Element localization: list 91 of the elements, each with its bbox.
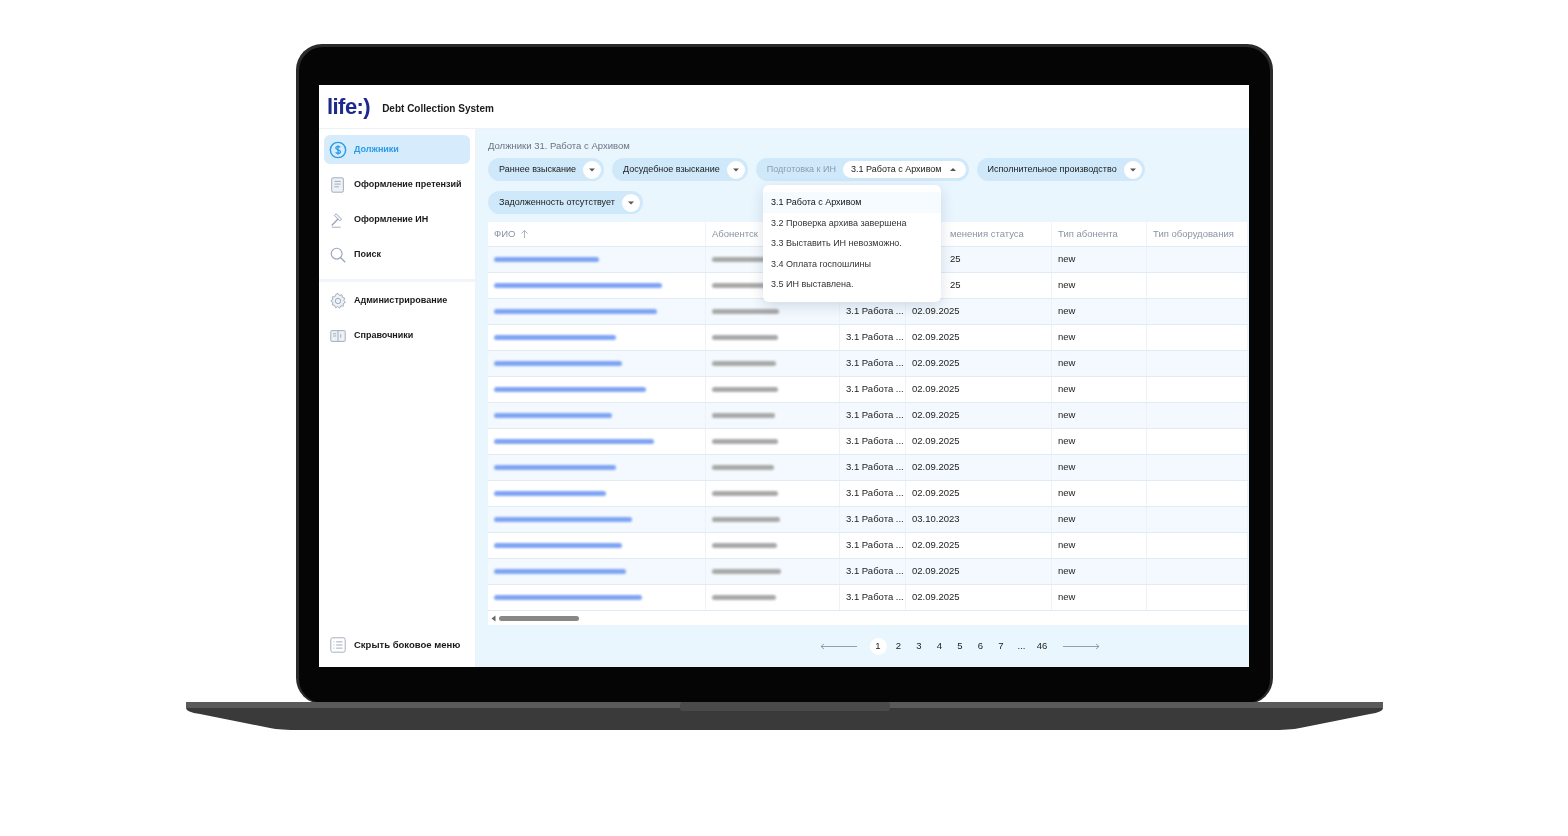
blurred-number (712, 543, 777, 548)
blurred-number (712, 569, 781, 574)
table-cell: 02.09.2025 (912, 564, 960, 579)
table-cell: 02.09.2025 (912, 382, 960, 397)
table-cell: new (1058, 330, 1076, 345)
table-cell: 02.09.2025 (912, 356, 960, 371)
table-cell: 02.09.2025 (912, 304, 960, 319)
table-cell: 03.10.2023 (912, 512, 960, 527)
table-cell: 25 (950, 278, 961, 293)
table-cell: new (1058, 408, 1076, 423)
page-button[interactable]: 6 (972, 638, 989, 655)
hide-sidebar-button[interactable]: Скрыть боковое меню (324, 633, 470, 657)
table-cell: 3.1 Работа ... (846, 356, 904, 371)
table-cell: 02.09.2025 (912, 330, 960, 345)
blurred-number (712, 595, 776, 600)
table-cell: new (1058, 538, 1076, 553)
table-cell: 3.1 Работа ... (846, 460, 904, 475)
blurred-number (712, 465, 774, 470)
page-button[interactable]: ... (1013, 638, 1030, 655)
table-cell: new (1058, 460, 1076, 475)
blurred-number (712, 387, 778, 392)
filter-value[interactable]: 3.1 Работа с Архивом (843, 161, 966, 178)
page-button[interactable]: 4 (931, 638, 948, 655)
dropdown-option[interactable]: 3.2 Проверка архива завершена (763, 212, 941, 233)
table-cell: 3.1 Работа ... (846, 486, 904, 501)
prev-arrow-icon (820, 643, 858, 650)
page-button[interactable]: 7 (992, 638, 1010, 655)
table-cell: new (1058, 252, 1076, 267)
filter-chip[interactable]: Задолженность отсутствует (488, 191, 643, 214)
dropdown-option[interactable]: 3.3 Выставить ИН невозможно. (763, 233, 941, 254)
blurred-number (712, 361, 776, 366)
table-cell: new (1058, 356, 1076, 371)
table-cell: new (1058, 382, 1076, 397)
table-cell: 02.09.2025 (912, 460, 960, 475)
filter-chip[interactable]: Раннее взыскание (488, 158, 605, 181)
filter-chip[interactable]: Исполнительное производство (976, 158, 1145, 181)
breadcrumb: Должники 31. Работа с Архивом (488, 139, 631, 153)
table-cell: new (1058, 486, 1076, 501)
page-button[interactable]: 2 (890, 638, 907, 655)
table-cell: 3.1 Работа ... (846, 590, 904, 605)
document-icon (329, 175, 347, 194)
blurred-number (712, 309, 779, 314)
blurred-number (712, 335, 778, 340)
filter-chip[interactable]: Досудебное взыскание (612, 158, 748, 181)
dropdown-option[interactable]: 3.4 Оплата госпошлины (763, 253, 941, 274)
sidebar-item[interactable]: Оформление претензий (324, 170, 470, 199)
page-button[interactable]: 3 (910, 638, 928, 655)
blurred-number (712, 413, 775, 418)
logo: life:) (327, 95, 371, 118)
scroll-left-icon (491, 614, 496, 622)
sidebar-item[interactable]: Оформление ИН (324, 205, 470, 234)
blurred-number (712, 491, 778, 496)
gear-icon (329, 291, 347, 310)
dollar-icon (329, 140, 347, 159)
table-cell: 3.1 Работа ... (846, 408, 904, 423)
list-icon (329, 636, 347, 654)
sidebar-item[interactable]: Поиск (324, 240, 470, 269)
next-arrow-icon (1062, 643, 1100, 650)
table-cell: 25 (950, 252, 961, 267)
scrollbar-thumb[interactable] (499, 615, 579, 621)
table-cell: 3.1 Работа ... (846, 330, 904, 345)
sidebar-item[interactable]: Справочники (324, 321, 470, 350)
filter-chip[interactable]: Подготовка к ИН 3.1 Работа с Архивом (755, 158, 969, 181)
table-cell: 3.1 Работа ... (846, 382, 904, 397)
table-cell: 02.09.2025 (912, 434, 960, 449)
table-cell: new (1058, 590, 1076, 605)
table-cell: new (1058, 512, 1076, 527)
table-cell: 02.09.2025 (912, 408, 960, 423)
table-cell: new (1058, 564, 1076, 579)
blurred-number (712, 517, 780, 522)
dropdown-option[interactable]: 3.1 Работа с Архивом (763, 192, 941, 213)
page-button[interactable]: 1 (869, 638, 887, 655)
table-cell: new (1058, 434, 1076, 449)
blurred-number (712, 439, 778, 444)
table-cell: 3.1 Работа ... (846, 538, 904, 553)
table-cell: 3.1 Работа ... (846, 304, 904, 319)
table-cell: 02.09.2025 (912, 538, 960, 553)
table-cell: new (1058, 304, 1076, 319)
filter-label: Подготовка к ИН (766, 162, 836, 176)
search-icon (329, 245, 347, 264)
sidebar-item[interactable]: Администрирование (324, 286, 470, 315)
app-title: Debt Collection System (382, 101, 494, 116)
table-cell: 3.1 Работа ... (846, 564, 904, 579)
table-cell: new (1058, 278, 1076, 293)
page-button[interactable]: 46 (1033, 638, 1051, 655)
table-cell: 02.09.2025 (912, 590, 960, 605)
table-cell: 3.1 Работа ... (846, 434, 904, 449)
table-cell: 02.09.2025 (912, 486, 960, 501)
page-button[interactable]: 5 (951, 638, 969, 655)
table-cell: 3.1 Работа ... (846, 512, 904, 527)
dropdown-option[interactable]: 3.5 ИН выставлена. (763, 274, 941, 295)
